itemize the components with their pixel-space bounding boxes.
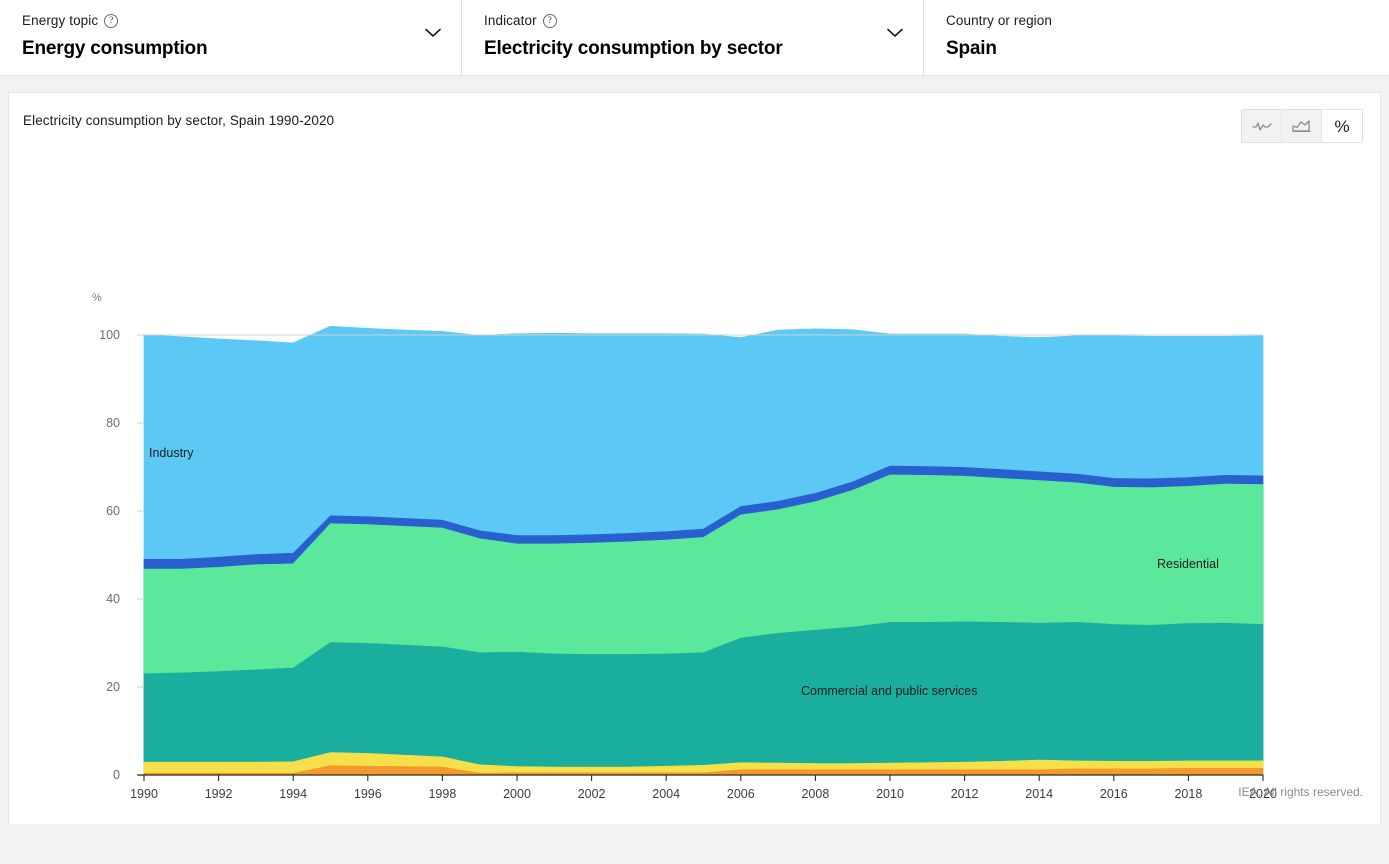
- x-axis-tick-label: 1990: [130, 787, 158, 801]
- series-inline-label: Commercial and public services: [801, 684, 978, 698]
- x-axis-tick-label: 2004: [652, 787, 681, 801]
- area-chart-icon[interactable]: [1282, 110, 1322, 142]
- line-chart-icon[interactable]: [1242, 110, 1282, 142]
- selector-value: Spain: [946, 38, 997, 59]
- x-axis-tick-label: 2002: [577, 787, 606, 801]
- chart-title: Electricity consumption by sector, Spain…: [23, 113, 335, 128]
- legend-row: IndustryTransportResidentialCommercial a…: [8, 824, 1381, 864]
- x-axis-tick-label: 2008: [801, 787, 830, 801]
- selector-label: Indicator: [484, 13, 537, 28]
- energy-statistics-page: Energy topic ? Energy consumption Indica…: [0, 0, 1389, 864]
- x-axis-tick-label: 1994: [279, 787, 308, 801]
- question-circle-icon[interactable]: ?: [542, 14, 557, 28]
- selector-country-or-region[interactable]: Country or region Spain: [924, 0, 1389, 75]
- selector-bar: Energy topic ? Energy consumption Indica…: [0, 0, 1389, 76]
- x-axis-tick-label: 2012: [950, 787, 979, 801]
- chevron-down-icon[interactable]: [425, 28, 441, 38]
- chart-card-header: Electricity consumption by sector, Spain…: [9, 93, 1380, 149]
- series-inline-label: Industry: [149, 446, 194, 460]
- x-axis-tick-label: 1992: [204, 787, 233, 801]
- x-axis-tick-label: 1998: [428, 787, 457, 801]
- percent-icon[interactable]: %: [1322, 110, 1362, 142]
- selector-label: Energy topic: [22, 13, 99, 28]
- selector-value: Energy consumption: [22, 38, 208, 59]
- x-axis-labels: 1990 1992 1994 1996 1998 2000 2002 2004 2006 2008…: [9, 149, 1380, 809]
- x-axis-tick-label: 2016: [1099, 787, 1128, 801]
- selector-label: Country or region: [946, 13, 1053, 28]
- selector-value: Electricity consumption by sector: [484, 38, 783, 59]
- selector-indicator[interactable]: Indicator ? Electricity consumption by s…: [462, 0, 924, 75]
- chart-plot-area: % 0 20 40 60 80 100 1990 1992 1994 1996 1998 2000 2…: [9, 149, 1380, 809]
- x-axis-tick-label: 2000: [503, 787, 531, 801]
- series-inline-label: Residential: [1157, 557, 1219, 571]
- percent-glyph: %: [1334, 116, 1350, 136]
- question-circle-icon[interactable]: ?: [104, 14, 119, 28]
- selector-energy-topic[interactable]: Energy topic ? Energy consumption: [0, 0, 462, 75]
- x-axis-tick-label: 2018: [1174, 787, 1203, 801]
- x-axis-tick-label: 2010: [876, 787, 904, 801]
- selector-label-row: Energy topic ?: [22, 12, 445, 30]
- x-axis-tick-label: 2014: [1025, 787, 1054, 801]
- copyright-credit: IEA. All rights reserved.: [1238, 785, 1363, 799]
- x-axis-tick-label: 1996: [353, 787, 382, 801]
- chevron-down-icon[interactable]: [887, 28, 903, 38]
- chart-type-toolbar: %: [1241, 109, 1363, 143]
- chart-card: Electricity consumption by sector, Spain…: [8, 92, 1381, 856]
- selector-label-row: Indicator ?: [484, 12, 907, 30]
- x-axis-tick-label: 2006: [726, 787, 755, 801]
- selector-label-row: Country or region: [946, 12, 1373, 30]
